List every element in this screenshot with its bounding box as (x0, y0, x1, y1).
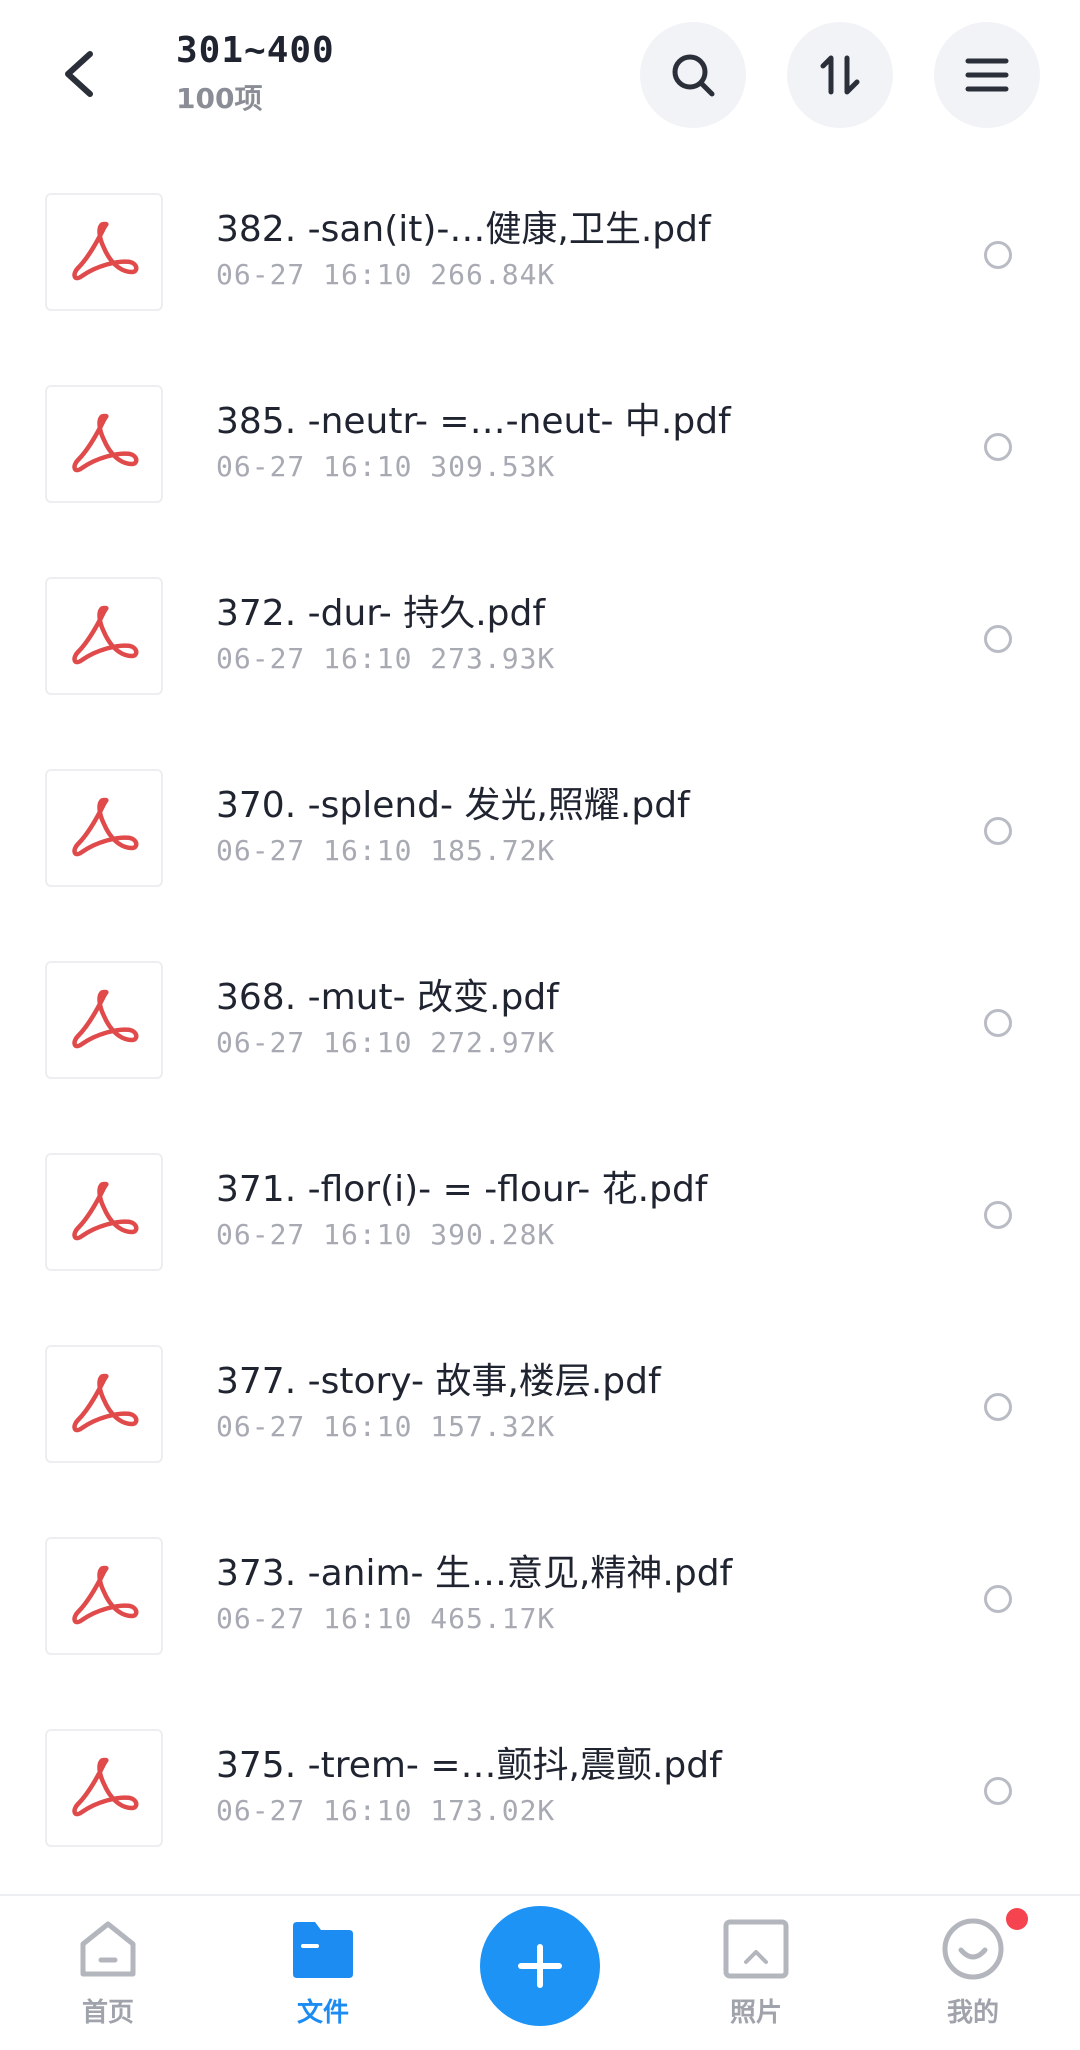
file-name: 375. -trem- =…颤抖,震颤.pdf (216, 1745, 722, 1786)
file-name: 385. -neutr- =…-neut- 中.pdf (216, 401, 731, 442)
list-item[interactable]: 385. -neutr- =…-neut- 中.pdf 06-27 16:10 … (0, 342, 1080, 534)
file-name: 373. -anim- 生…意见,精神.pdf (216, 1553, 733, 1594)
select-radio[interactable] (984, 1777, 1012, 1805)
top-bar: 301~400 100项 (0, 0, 1080, 150)
nav-home-label: 首页 (81, 1998, 134, 2028)
select-radio[interactable] (984, 1009, 1012, 1037)
select-radio[interactable] (984, 1201, 1012, 1229)
pdf-thumbnail (45, 769, 163, 887)
menu-icon (965, 58, 1009, 92)
file-name: 368. -mut- 改变.pdf (216, 977, 559, 1018)
pdf-thumbnail (45, 961, 163, 1079)
file-meta: 06-27 16:10 266.84K (216, 258, 556, 291)
file-meta: 06-27 16:10 272.97K (216, 1026, 556, 1059)
file-name: 371. -flor(i)- = -flour- 花.pdf (216, 1169, 708, 1210)
file-name: 382. -san(it)-…健康,卫生.pdf (216, 209, 711, 250)
pdf-thumbnail (45, 385, 163, 503)
file-meta: 06-27 16:10 185.72K (216, 834, 556, 867)
pdf-icon (72, 797, 139, 857)
pdf-icon (72, 1373, 139, 1433)
pdf-icon (72, 1565, 139, 1625)
file-name: 370. -splend- 发光,照耀.pdf (216, 785, 690, 826)
pdf-icon (72, 1757, 139, 1817)
nav-home[interactable]: 首页 (38, 1916, 178, 2029)
file-meta: 06-27 16:10 157.32K (216, 1410, 556, 1443)
list-item[interactable]: 377. -story- 故事,楼层.pdf 06-27 16:10 157.3… (0, 1302, 1080, 1494)
pdf-icon (72, 221, 139, 281)
pdf-icon (72, 605, 139, 665)
chevron-left-icon (65, 51, 93, 97)
list-item[interactable]: 371. -flor(i)- = -flour- 花.pdf 06-27 16:… (0, 1110, 1080, 1302)
sort-icon (820, 55, 860, 95)
list-item[interactable]: 382. -san(it)-…健康,卫生.pdf 06-27 16:10 266… (0, 150, 1080, 342)
nav-photos-label: 照片 (729, 1998, 782, 2028)
file-meta: 06-27 16:10 465.17K (216, 1602, 556, 1635)
back-button[interactable] (56, 46, 104, 102)
bottom-nav: 首页 文件 照片 我的 (0, 1894, 1080, 2050)
home-icon (80, 1921, 136, 1977)
nav-photos[interactable]: 照片 (686, 1916, 826, 2029)
list-item[interactable]: 368. -mut- 改变.pdf 06-27 16:10 272.97K (0, 918, 1080, 1110)
select-radio[interactable] (984, 241, 1012, 269)
pdf-icon (72, 989, 139, 1049)
notification-badge (1006, 1908, 1028, 1930)
list-item[interactable]: 372. -dur- 持久.pdf 06-27 16:10 273.93K (0, 534, 1080, 726)
menu-button[interactable] (934, 22, 1040, 128)
nav-me[interactable]: 我的 (903, 1916, 1043, 2029)
pdf-thumbnail (45, 577, 163, 695)
nav-me-label: 我的 (946, 1998, 999, 2028)
file-name: 372. -dur- 持久.pdf (216, 593, 546, 634)
file-meta: 06-27 16:10 173.02K (216, 1794, 556, 1827)
pdf-icon (72, 413, 139, 473)
nav-files[interactable]: 文件 (253, 1916, 393, 2029)
nav-files-label: 文件 (296, 1998, 349, 2028)
list-item[interactable]: 373. -anim- 生…意见,精神.pdf 06-27 16:10 465.… (0, 1494, 1080, 1686)
pdf-icon (72, 1181, 139, 1241)
list-item[interactable]: 370. -splend- 发光,照耀.pdf 06-27 16:10 185.… (0, 726, 1080, 918)
select-radio[interactable] (984, 625, 1012, 653)
select-radio[interactable] (984, 817, 1012, 845)
search-icon (672, 54, 715, 97)
file-meta: 06-27 16:10 390.28K (216, 1218, 556, 1251)
select-radio[interactable] (984, 433, 1012, 461)
smile-icon (942, 1918, 1004, 1980)
select-radio[interactable] (984, 1585, 1012, 1613)
pdf-thumbnail (45, 1729, 163, 1847)
pdf-thumbnail (45, 193, 163, 311)
page-title: 301~400 (176, 30, 335, 71)
folder-icon (293, 1922, 353, 1978)
pdf-thumbnail (45, 1153, 163, 1271)
file-meta: 06-27 16:10 273.93K (216, 642, 556, 675)
select-radio[interactable] (984, 1393, 1012, 1421)
search-button[interactable] (640, 22, 746, 128)
photo-icon (723, 1919, 789, 1979)
sort-button[interactable] (787, 22, 893, 128)
plus-icon (518, 1944, 562, 1988)
pdf-thumbnail (45, 1537, 163, 1655)
add-button[interactable] (480, 1906, 600, 2026)
list-item[interactable]: 375. -trem- =…颤抖,震颤.pdf 06-27 16:10 173.… (0, 1686, 1080, 1878)
file-list: 382. -san(it)-…健康,卫生.pdf 06-27 16:10 266… (0, 150, 1080, 1878)
pdf-thumbnail (45, 1345, 163, 1463)
item-count: 100项 (176, 82, 263, 115)
file-name: 377. -story- 故事,楼层.pdf (216, 1361, 661, 1402)
folder-title-block: 301~400 100项 (176, 30, 335, 117)
file-meta: 06-27 16:10 309.53K (216, 450, 556, 483)
